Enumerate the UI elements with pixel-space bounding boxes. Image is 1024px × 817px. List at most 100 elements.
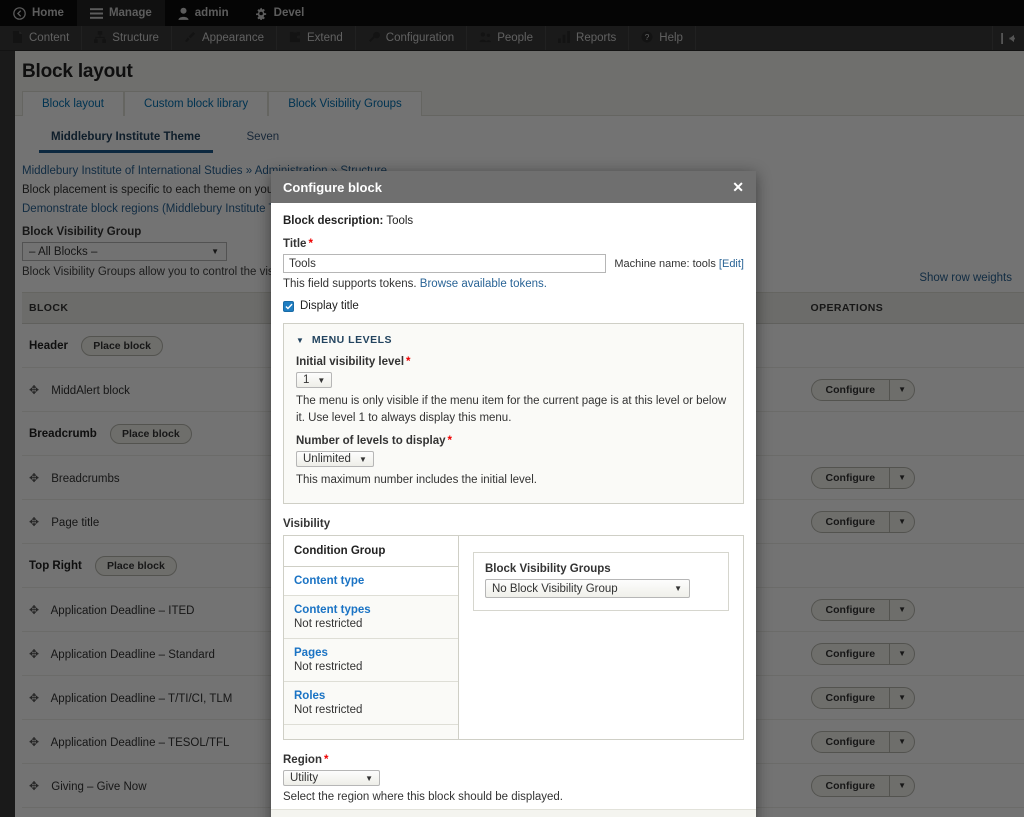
title-input[interactable] (283, 254, 607, 273)
configure-dropbutton[interactable]: Configure ▼ (810, 642, 916, 665)
operations-cell: Configure ▼ (803, 455, 1024, 500)
menu-levels-fieldset: ▼ MENU LEVELS Initial visibility level * … (283, 323, 744, 505)
initial-level-label-text: Initial visibility level (296, 356, 405, 368)
tab-label: Block layout (42, 98, 105, 110)
chevron-down-icon: ▼ (674, 584, 682, 594)
theme-tab-label: Middlebury Institute Theme (51, 131, 201, 143)
display-title-checkbox[interactable] (283, 300, 294, 312)
configure-button[interactable]: Configure (810, 510, 890, 533)
toolbar-item-manage[interactable]: Manage (76, 0, 165, 26)
tab-block-layout[interactable]: Block layout (22, 91, 125, 116)
drag-handle-icon[interactable]: ✥ (29, 515, 39, 529)
configure-button[interactable]: Configure (810, 598, 890, 621)
toolbar-label: admin (194, 7, 229, 19)
configure-dropbutton[interactable]: Configure ▼ (810, 598, 916, 621)
toolbar-item-home[interactable]: Home (0, 0, 77, 26)
initial-level-label: Initial visibility level * (296, 356, 731, 368)
browse-tokens-link[interactable]: Browse available tokens. (420, 278, 547, 290)
menu-item-content[interactable]: Content (0, 26, 83, 50)
configure-dropbutton[interactable]: Configure ▼ (810, 730, 916, 753)
configure-block-dialog: Configure block ✕ Block description: Too… (271, 171, 756, 817)
region-name: Header (29, 339, 68, 352)
chevron-down-icon[interactable]: ▼ (889, 730, 916, 753)
menu-item-appearance[interactable]: Appearance (172, 26, 277, 50)
configure-button[interactable]: Configure (810, 774, 890, 797)
close-icon[interactable]: ✕ (732, 180, 744, 194)
drag-handle-icon[interactable]: ✥ (29, 735, 39, 749)
bvg-select[interactable]: – All Blocks – ▼ (22, 242, 227, 261)
theme-tab-label: Seven (246, 131, 280, 143)
menu-item-configuration[interactable]: Configuration (356, 26, 468, 50)
toolbar-item-admin[interactable]: admin (165, 0, 242, 26)
menu-item-help[interactable]: ? Help (629, 26, 696, 50)
region-select[interactable]: Utility ▼ (283, 770, 380, 787)
file-icon (12, 30, 23, 46)
number-levels-description: This maximum number includes the initial… (296, 474, 537, 487)
toolbar-item-devel[interactable]: Devel (242, 0, 318, 26)
configure-button[interactable]: Configure (810, 686, 890, 709)
configure-button[interactable]: Configure (810, 466, 890, 489)
menu-item-reports[interactable]: Reports (546, 26, 630, 50)
show-row-weights-link[interactable]: Show row weights (919, 272, 1012, 284)
menu-item-extend[interactable]: Extend (277, 26, 356, 50)
theme-tab-middlebury[interactable]: Middlebury Institute Theme (39, 126, 213, 153)
place-block-button[interactable]: Place block (109, 423, 192, 444)
condition-status: Not restricted (294, 661, 363, 674)
menu-item-structure[interactable]: Structure (82, 26, 172, 50)
tab-custom-block-library[interactable]: Custom block library (124, 91, 269, 116)
title-field-row: Machine name: tools [Edit] (283, 254, 744, 273)
configure-dropbutton[interactable]: Configure ▼ (810, 510, 916, 533)
configure-dropbutton[interactable]: Configure ▼ (810, 774, 916, 797)
condition-tab-roles[interactable]: Roles Not restricted (284, 682, 458, 726)
theme-tab-seven[interactable]: Seven (235, 126, 292, 153)
menu-label: Configuration (385, 32, 455, 44)
menu-levels-legend[interactable]: ▼ MENU LEVELS (296, 334, 731, 346)
bvg-pane-label: Block Visibility Groups (485, 563, 611, 576)
condition-tab-content-type[interactable]: Content type (284, 567, 458, 597)
collapse-toolbar-icon[interactable] (993, 26, 1024, 50)
drag-handle-icon[interactable]: ✥ (29, 647, 39, 661)
operations-cell: Configure ▼ (803, 719, 1024, 764)
drag-handle-icon[interactable]: ✥ (29, 691, 39, 705)
drag-handle-icon[interactable]: ✥ (29, 471, 39, 485)
configure-dropbutton[interactable]: Configure ▼ (810, 686, 916, 709)
chevron-down-icon[interactable]: ▼ (889, 642, 916, 665)
condition-tab-pages[interactable]: Pages Not restricted (284, 639, 458, 683)
configure-button[interactable]: Configure (810, 378, 890, 401)
tokens-help-text: This field supports tokens. (283, 278, 417, 290)
initial-level-select[interactable]: 1 ▼ (296, 372, 333, 388)
admin-submenu: Content Structure Appearance Extend Conf… (0, 26, 1024, 51)
chevron-down-icon[interactable]: ▼ (889, 598, 916, 621)
chevron-down-icon[interactable]: ▼ (889, 466, 916, 489)
place-block-button[interactable]: Place block (81, 335, 163, 356)
menu-item-people[interactable]: People (467, 26, 547, 50)
drag-handle-icon[interactable]: ✥ (29, 603, 39, 617)
hamburger-icon (89, 7, 103, 19)
chevron-down-icon[interactable]: ▼ (889, 510, 916, 533)
menu-label: Extend (306, 32, 343, 44)
chevron-down-icon[interactable]: ▼ (889, 378, 916, 401)
chevron-down-icon[interactable]: ▼ (889, 686, 916, 709)
configure-dropbutton[interactable]: Configure ▼ (810, 378, 916, 401)
brush-icon (184, 31, 196, 46)
configure-button[interactable]: Configure (810, 730, 890, 753)
configure-dropbutton[interactable]: Configure ▼ (810, 466, 916, 489)
bvg-pane-select[interactable]: No Block Visibility Group ▼ (485, 579, 690, 599)
operations-cell: Configure ▼ (803, 631, 1024, 676)
machine-name-edit-link[interactable]: [Edit] (719, 258, 744, 270)
tab-block-visibility-groups[interactable]: Block Visibility Groups (268, 91, 422, 116)
operations-cell: Configure ▼ (803, 367, 1024, 412)
menu-levels-legend-text: MENU LEVELS (311, 334, 393, 346)
configure-button[interactable]: Configure (810, 642, 890, 665)
condition-title: Content types (294, 604, 371, 617)
operations-cell: Configure ▼ (803, 675, 1024, 720)
block-name: Application Deadline – T/TI/CI, TLM (50, 692, 233, 705)
drag-handle-icon[interactable]: ✥ (29, 779, 39, 793)
number-levels-label: Number of levels to display * (296, 435, 731, 447)
number-levels-select[interactable]: Unlimited ▼ (296, 451, 374, 468)
drag-handle-icon[interactable]: ✥ (29, 383, 39, 397)
condition-tab-content-types[interactable]: Content types Not restricted (284, 596, 458, 640)
chevron-down-icon[interactable]: ▼ (889, 774, 916, 797)
place-block-button[interactable]: Place block (95, 555, 177, 576)
structure-icon (94, 30, 107, 46)
